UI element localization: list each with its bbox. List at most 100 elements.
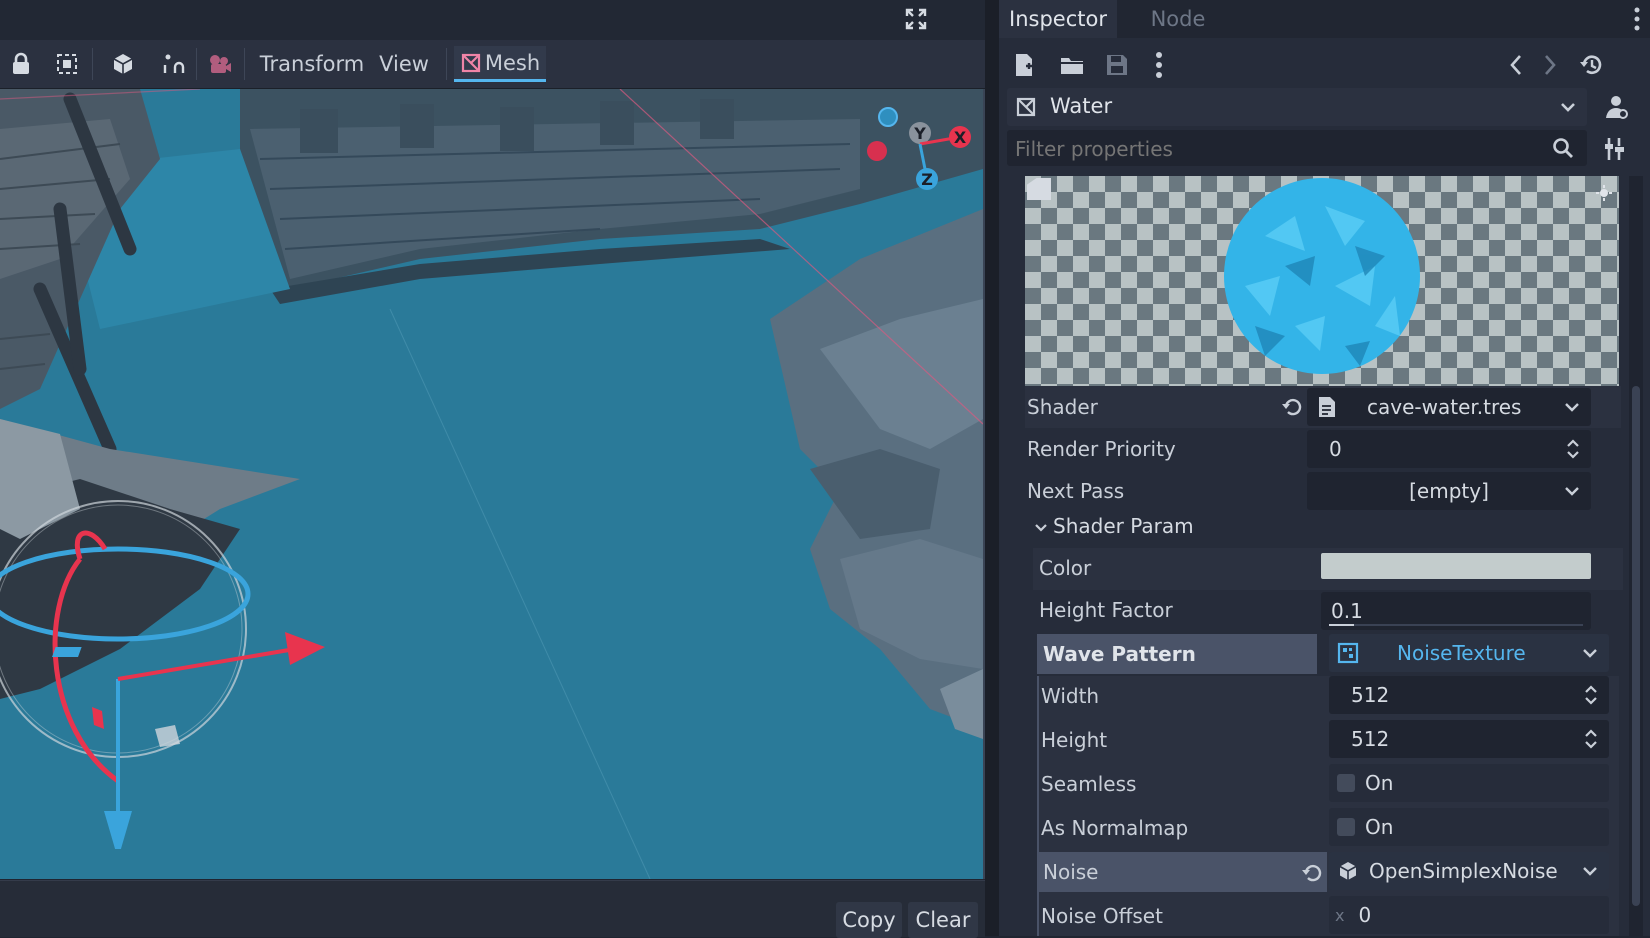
wave-pattern-resource-picker[interactable]: NoiseTexture — [1329, 634, 1609, 672]
tools-icon[interactable] — [1603, 136, 1629, 162]
chevron-down-icon — [1565, 487, 1579, 496]
axis-z-label: Z — [921, 170, 933, 189]
text-file-icon — [1319, 397, 1335, 417]
editor-top-strip — [0, 0, 985, 40]
checkbox-unchecked-icon — [1337, 774, 1355, 792]
dock-options-icon[interactable] — [1633, 6, 1641, 32]
chevron-down-icon — [1561, 103, 1575, 112]
material-preview — [1025, 176, 1619, 386]
slider-fill — [1329, 624, 1354, 626]
tab-node-label: Node — [1150, 7, 1206, 31]
property-label-render-priority: Render Priority — [1027, 437, 1176, 461]
property-label-seamless: Seamless — [1041, 772, 1137, 796]
3d-viewport[interactable]: Y X Z — [0, 89, 985, 879]
property-label-as-normalmap: As Normalmap — [1041, 816, 1189, 840]
render-priority-spinbox[interactable]: 0 — [1307, 430, 1591, 468]
checkbox-unchecked-icon — [1337, 818, 1355, 836]
panel-splitter[interactable] — [985, 0, 999, 936]
shader-material-icon — [1016, 97, 1036, 117]
revert-icon[interactable] — [1281, 396, 1303, 418]
render-priority-value: 0 — [1329, 437, 1342, 461]
copy-button-label: Copy — [842, 908, 896, 932]
group-select-icon[interactable] — [52, 46, 82, 82]
chevron-down-icon — [1565, 403, 1579, 412]
slider-track — [1329, 624, 1583, 626]
transform-gizmo[interactable] — [0, 429, 340, 849]
mesh-menu[interactable]: Mesh — [454, 46, 546, 82]
axis-x-label: X — [954, 128, 967, 147]
viewport-toolbar: Transform View Mesh — [0, 40, 985, 89]
new-resource-icon[interactable] — [1013, 52, 1035, 78]
save-icon[interactable] — [1105, 53, 1129, 77]
width-spinbox[interactable]: 512 — [1329, 676, 1609, 714]
tab-inspector-label: Inspector — [1009, 7, 1107, 31]
snap-icon[interactable] — [158, 46, 188, 82]
height-value: 512 — [1351, 727, 1390, 751]
property-label-shader: Shader — [1027, 395, 1098, 419]
property-label-noise: Noise — [1043, 860, 1099, 884]
copy-button[interactable]: Copy — [836, 902, 902, 938]
history-back-icon[interactable] — [1509, 54, 1523, 76]
shader-param-section[interactable]: Shader Param — [1033, 512, 1613, 544]
wave-pattern-value: NoiseTexture — [1397, 641, 1526, 665]
shader-param-section-label: Shader Param — [1053, 514, 1194, 538]
tab-node[interactable]: Node — [1133, 0, 1223, 38]
property-label-next-pass: Next Pass — [1027, 479, 1125, 503]
width-value: 512 — [1351, 683, 1390, 707]
mesh-menu-label: Mesh — [484, 50, 541, 75]
more-options-icon[interactable] — [1155, 51, 1163, 79]
as-normalmap-checkbox[interactable]: On — [1329, 808, 1609, 846]
object-properties-icon[interactable] — [1603, 94, 1629, 120]
open-folder-icon[interactable] — [1059, 54, 1085, 76]
camera-icon[interactable] — [204, 46, 234, 82]
resource-selector[interactable]: Water — [1007, 88, 1587, 126]
noise-value: OpenSimplexNoise — [1369, 859, 1558, 883]
seamless-checkbox[interactable]: On — [1329, 764, 1609, 802]
revert-icon[interactable] — [1301, 862, 1323, 884]
resource-cube-icon — [1339, 862, 1357, 880]
transform-menu[interactable]: Transform — [253, 46, 371, 82]
mesh-cube-icon[interactable] — [108, 46, 138, 82]
height-factor-value: 0.1 — [1331, 599, 1363, 623]
noise-resource-picker[interactable]: OpenSimplexNoise — [1329, 852, 1609, 890]
history-forward-icon[interactable] — [1543, 54, 1557, 76]
axis-y-label: Y — [913, 124, 926, 143]
property-label-height: Height — [1041, 728, 1108, 752]
height-spinbox[interactable]: 512 — [1329, 720, 1609, 758]
light-toggle-icon[interactable] — [1595, 184, 1613, 202]
scrollbar-thumb[interactable] — [1632, 386, 1640, 906]
clear-button[interactable]: Clear — [908, 902, 978, 938]
noise-offset-axis-label: x — [1335, 905, 1345, 925]
filter-properties-input[interactable] — [1007, 130, 1537, 168]
noise-offset-field[interactable]: x 0 — [1329, 896, 1609, 934]
filter-properties-field[interactable] — [1007, 130, 1587, 168]
spinner-arrows-icon[interactable] — [1565, 438, 1581, 460]
shader-resource-picker[interactable]: cave-water.tres — [1307, 388, 1591, 426]
lock-icon[interactable] — [6, 46, 36, 82]
view-menu[interactable]: View — [372, 46, 436, 82]
view-menu-label: View — [379, 52, 429, 76]
property-label-wave-pattern: Wave Pattern — [1043, 642, 1196, 666]
seamless-value: On — [1365, 771, 1394, 795]
spinner-arrows-icon[interactable] — [1583, 728, 1599, 750]
noise-texture-icon — [1337, 642, 1359, 664]
next-pass-resource-picker[interactable]: [empty] — [1307, 472, 1591, 510]
next-pass-value: [empty] — [1409, 479, 1489, 503]
as-normalmap-value: On — [1365, 815, 1394, 839]
tab-inspector[interactable]: Inspector — [999, 0, 1117, 38]
height-factor-slider[interactable]: 0.1 — [1321, 592, 1591, 630]
orientation-gizmo[interactable]: Y X Z — [855, 89, 983, 209]
chevron-down-icon — [1583, 649, 1597, 658]
search-icon — [1553, 138, 1573, 158]
property-label-noise-offset: Noise Offset — [1041, 904, 1163, 928]
inspector-scrollbar[interactable] — [1629, 176, 1643, 936]
property-label-height-factor: Height Factor — [1039, 598, 1173, 622]
fullscreen-icon[interactable] — [904, 7, 928, 31]
spinner-arrows-icon[interactable] — [1583, 684, 1599, 706]
resource-name: Water — [1050, 94, 1113, 118]
object-history-icon[interactable] — [1579, 52, 1605, 78]
shader-value: cave-water.tres — [1367, 395, 1522, 419]
clear-button-label: Clear — [915, 908, 971, 932]
chevron-down-icon — [1583, 867, 1597, 876]
color-swatch[interactable] — [1321, 553, 1591, 579]
